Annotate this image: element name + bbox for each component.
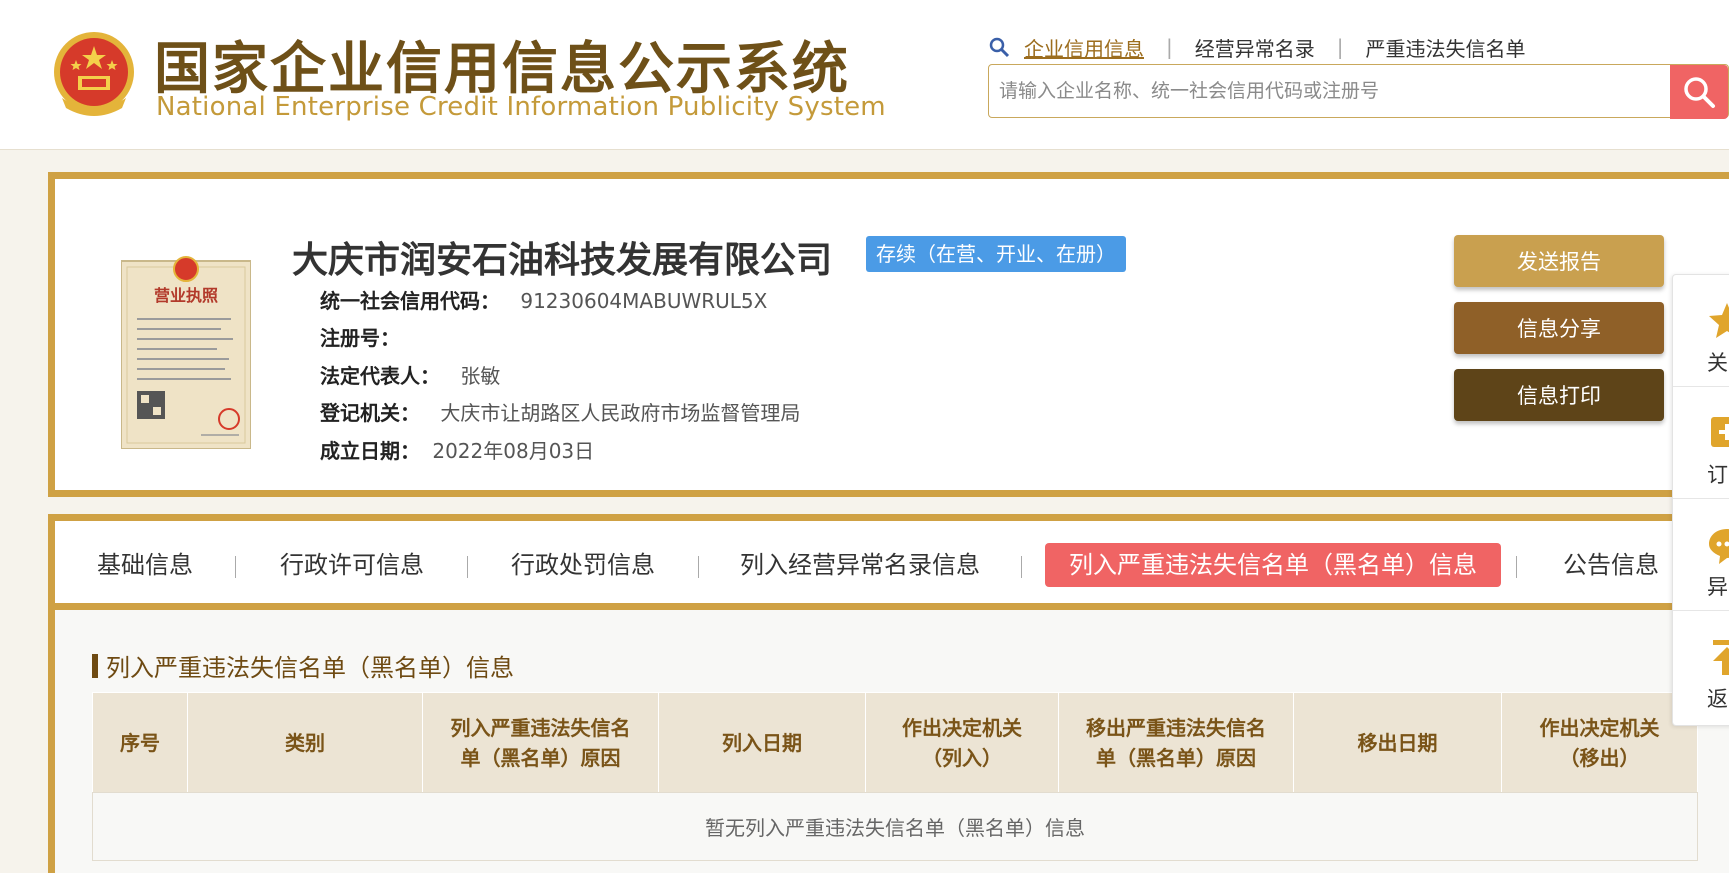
tab-admin-license[interactable]: 行政许可信息	[280, 543, 424, 587]
license-title: 营业执照	[154, 286, 218, 305]
tab-divider	[1021, 556, 1022, 578]
legal-rep-row: 法定代表人： 张敏	[320, 360, 500, 389]
credit-code-value: 91230604MABUWRUL5X	[520, 289, 768, 313]
authority-value: 大庆市让胡路区人民政府市场监督管理局	[440, 401, 801, 425]
magnifier-icon	[989, 37, 1010, 58]
tab-divider	[1516, 556, 1517, 578]
tab-admin-penalty[interactable]: 行政处罚信息	[511, 543, 655, 587]
send-report-button[interactable]: 发送报告	[1454, 235, 1664, 287]
tab-blacklist[interactable]: 列入严重违法失信名单（黑名单）信息	[1045, 543, 1501, 587]
column-header: 移出日期	[1293, 692, 1502, 793]
column-header: 列入日期	[658, 692, 866, 793]
report-abnormal-button[interactable]: 异	[1673, 499, 1729, 611]
content-panel: 列入严重违法失信名单（黑名单）信息 序号 类别 列入严重违法失信名单（黑名单）原…	[48, 610, 1729, 873]
subscribe-button[interactable]: 订	[1673, 387, 1729, 499]
search-input[interactable]	[989, 80, 1589, 102]
reg-no-label: 注册号：	[320, 326, 400, 350]
abnormal-label: 异	[1707, 575, 1728, 599]
search-box	[988, 64, 1729, 119]
search-icon	[1684, 77, 1715, 108]
column-header: 序号	[92, 692, 188, 793]
company-card: 营业执照 大庆市润安石油科技发展有限公司 存续（在营、开业、在册） 统一社会信用…	[48, 172, 1729, 497]
logo-title-en: National Enterprise Credit Information P…	[156, 92, 886, 122]
column-header: 列入严重违法失信名单（黑名单）原因	[422, 692, 659, 793]
subscribe-label: 订	[1707, 463, 1728, 487]
column-header: 类别	[187, 692, 423, 793]
back-to-top-button[interactable]: 返	[1673, 611, 1729, 723]
back-to-top-icon	[1713, 640, 1729, 675]
share-button[interactable]: 信息分享	[1454, 302, 1664, 354]
credit-code-row: 统一社会信用代码： 91230604MABUWRUL5X	[320, 285, 767, 314]
section-heading: 列入严重违法失信名单（黑名单）信息	[92, 648, 514, 683]
authority-label: 登记机关：	[320, 401, 420, 425]
nav-link-enterprise-credit[interactable]: 企业信用信息	[1024, 33, 1144, 62]
tab-divider	[235, 556, 236, 578]
national-emblem-icon	[54, 32, 134, 116]
search-button[interactable]	[1670, 65, 1728, 119]
tab-divider	[698, 556, 699, 578]
top-nav: 企业信用信息 | 经营异常名录 | 严重违法失信名单	[988, 32, 1526, 62]
status-badge: 存续（在营、开业、在册）	[866, 236, 1126, 272]
business-license-image: 营业执照	[121, 256, 251, 449]
section-marker	[92, 653, 98, 678]
follow-button[interactable]: 关	[1673, 275, 1729, 387]
nav-link-abnormal-list[interactable]: 经营异常名录	[1195, 33, 1315, 62]
founded-label: 成立日期：	[320, 439, 420, 463]
authority-row: 登记机关： 大庆市让胡路区人民政府市场监督管理局	[320, 397, 800, 426]
back-to-top-label: 返	[1707, 687, 1728, 711]
table-header-row: 序号 类别 列入严重违法失信名单（黑名单）原因 列入日期 作出决定机关（列入） …	[92, 692, 1698, 793]
table-row: 暂无列入严重违法失信名单（黑名单）信息	[92, 792, 1698, 861]
subscribe-icon	[1711, 417, 1729, 447]
legal-rep-value: 张敏	[460, 364, 501, 388]
nav-divider: |	[1336, 35, 1344, 59]
follow-label: 关	[1707, 351, 1728, 375]
tab-announcement[interactable]: 公告信息	[1563, 543, 1659, 587]
reg-no-row: 注册号：	[320, 322, 400, 351]
tab-abnormal-list[interactable]: 列入经营异常名录信息	[740, 543, 980, 587]
founded-row: 成立日期： 2022年08月03日	[320, 435, 594, 464]
credit-code-label: 统一社会信用代码：	[320, 289, 500, 313]
legal-rep-label: 法定代表人：	[320, 364, 440, 388]
tab-divider	[467, 556, 468, 578]
floating-side-panel: 关 订 异 返	[1672, 274, 1729, 726]
tab-bar: 基础信息 行政许可信息 行政处罚信息 列入经营异常名录信息 列入严重违法失信名单…	[48, 514, 1729, 610]
column-header: 移出严重违法失信名单（黑名单）原因	[1058, 692, 1294, 793]
company-name: 大庆市润安石油科技发展有限公司	[292, 240, 833, 281]
empty-message: 暂无列入严重违法失信名单（黑名单）信息	[92, 792, 1698, 861]
nav-divider: |	[1166, 35, 1173, 59]
founded-value: 2022年08月03日	[432, 439, 595, 463]
print-button[interactable]: 信息打印	[1454, 369, 1664, 421]
tab-basic-info[interactable]: 基础信息	[97, 543, 193, 587]
star-icon	[1709, 303, 1729, 338]
comment-icon	[1709, 529, 1729, 564]
column-header: 作出决定机关（移出）	[1501, 692, 1698, 793]
column-header: 作出决定机关（列入）	[865, 692, 1059, 793]
section-title: 列入严重违法失信名单（黑名单）信息	[106, 654, 514, 682]
blacklist-table: 序号 类别 列入严重违法失信名单（黑名单）原因 列入日期 作出决定机关（列入） …	[92, 692, 1698, 861]
site-header: 国家企业信用信息公示系统 National Enterprise Credit …	[0, 0, 1729, 150]
nav-link-blacklist[interactable]: 严重违法失信名单	[1366, 33, 1526, 62]
